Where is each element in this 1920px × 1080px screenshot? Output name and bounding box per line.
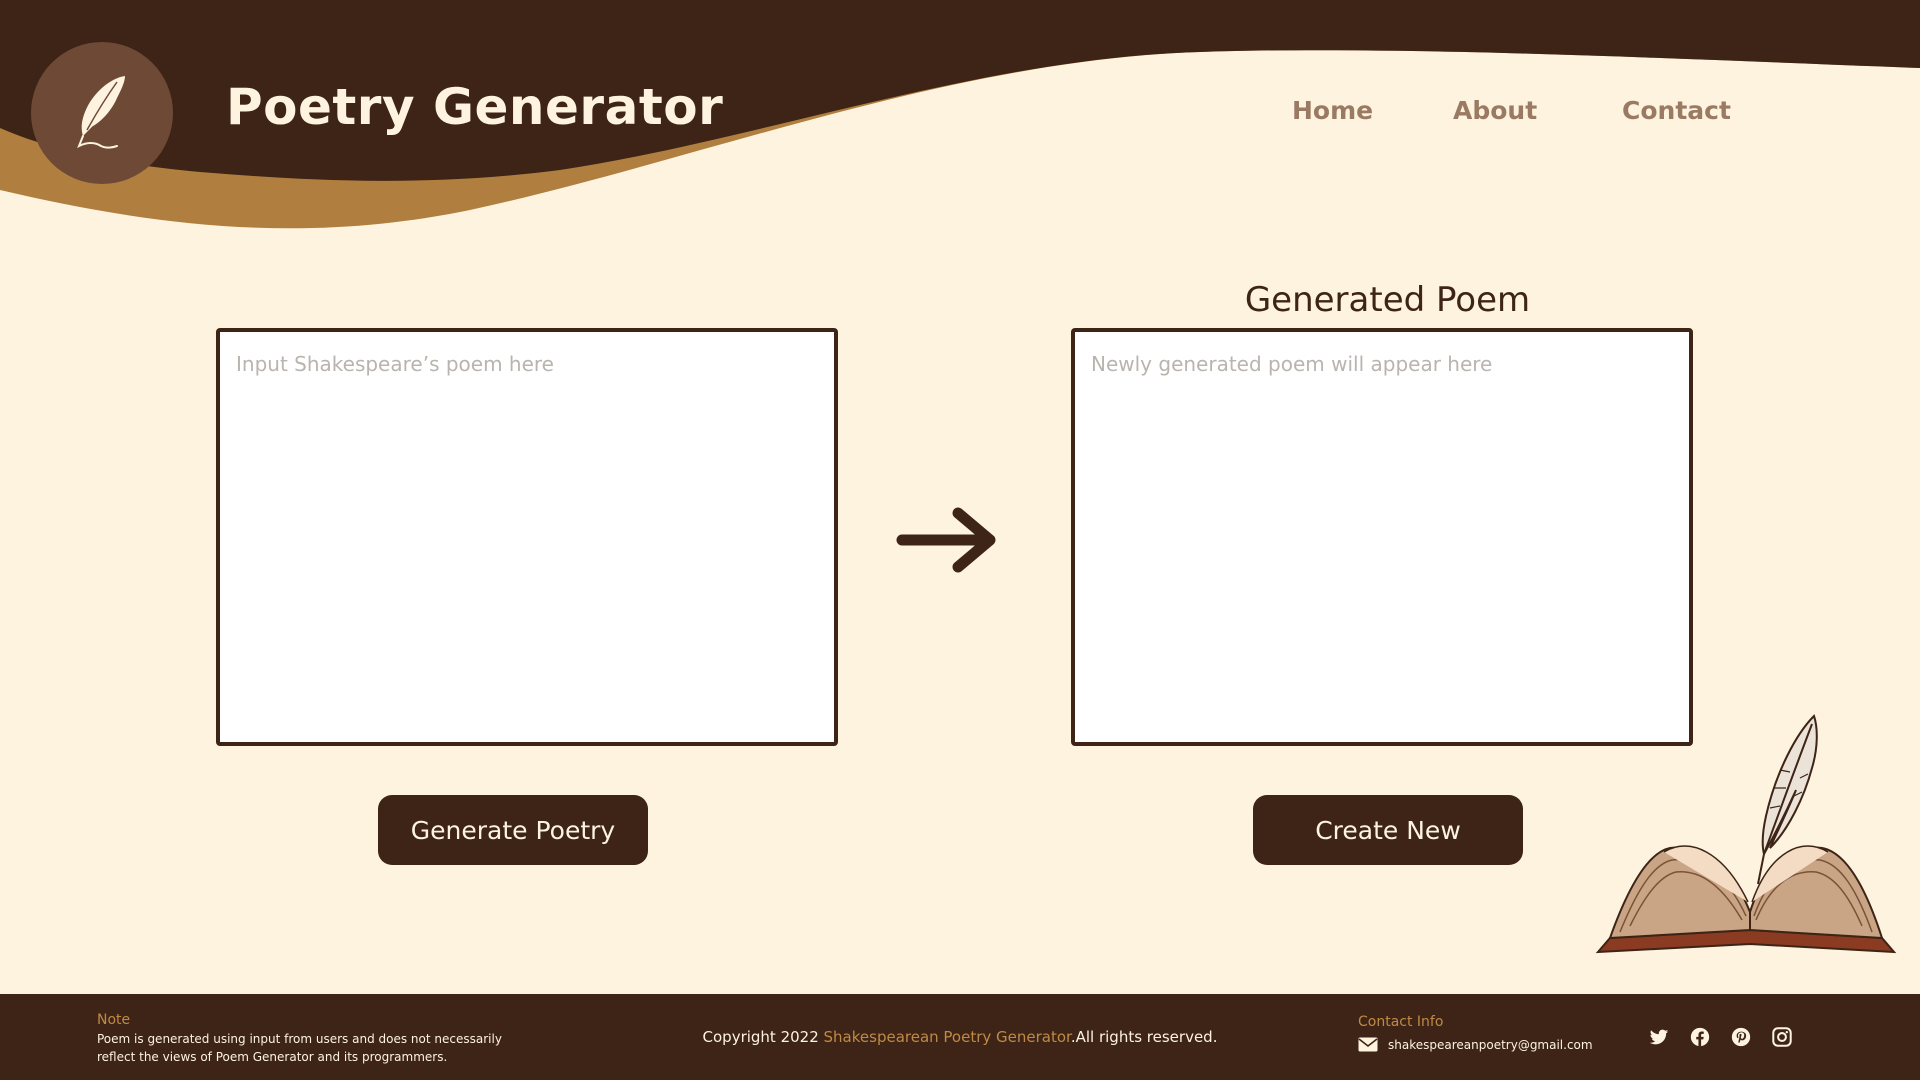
contact-email-text[interactable]: shakespeareanpoetry@gmail.com bbox=[1388, 1038, 1593, 1052]
contact-info-label: Contact Info bbox=[1358, 1014, 1444, 1030]
nav-about[interactable]: About bbox=[1453, 96, 1537, 125]
contact-email[interactable]: shakespeareanpoetry@gmail.com bbox=[1358, 1037, 1593, 1052]
main-nav: Home About Contact bbox=[0, 96, 1920, 132]
nav-contact[interactable]: Contact bbox=[1622, 96, 1731, 125]
copyright-prefix: Copyright 2022 bbox=[702, 1028, 824, 1046]
note-label: Note bbox=[97, 1012, 131, 1028]
open-book-with-quill-icon bbox=[1595, 714, 1897, 954]
copyright-suffix: .All rights reserved. bbox=[1070, 1028, 1218, 1046]
generated-poem-output[interactable] bbox=[1071, 328, 1693, 746]
social-links bbox=[1648, 1026, 1793, 1048]
create-new-button[interactable]: Create New bbox=[1253, 795, 1523, 865]
pinterest-icon[interactable] bbox=[1730, 1026, 1752, 1048]
generate-poetry-button[interactable]: Generate Poetry bbox=[378, 795, 648, 865]
facebook-icon[interactable] bbox=[1689, 1026, 1711, 1048]
footer: Note Poem is generated using input from … bbox=[0, 994, 1920, 1080]
arrow-right-icon bbox=[896, 507, 996, 573]
copyright-brand: Shakespearean Poetry Generator bbox=[823, 1028, 1071, 1046]
generated-poem-title: Generated Poem bbox=[1244, 280, 1531, 320]
poem-input-textarea[interactable] bbox=[216, 328, 838, 746]
envelope-icon bbox=[1358, 1037, 1378, 1052]
twitter-icon[interactable] bbox=[1648, 1026, 1670, 1048]
nav-home[interactable]: Home bbox=[1292, 96, 1373, 125]
instagram-icon[interactable] bbox=[1771, 1026, 1793, 1048]
copyright-text: Copyright 2022 Shakespearean Poetry Gene… bbox=[0, 1028, 1920, 1046]
